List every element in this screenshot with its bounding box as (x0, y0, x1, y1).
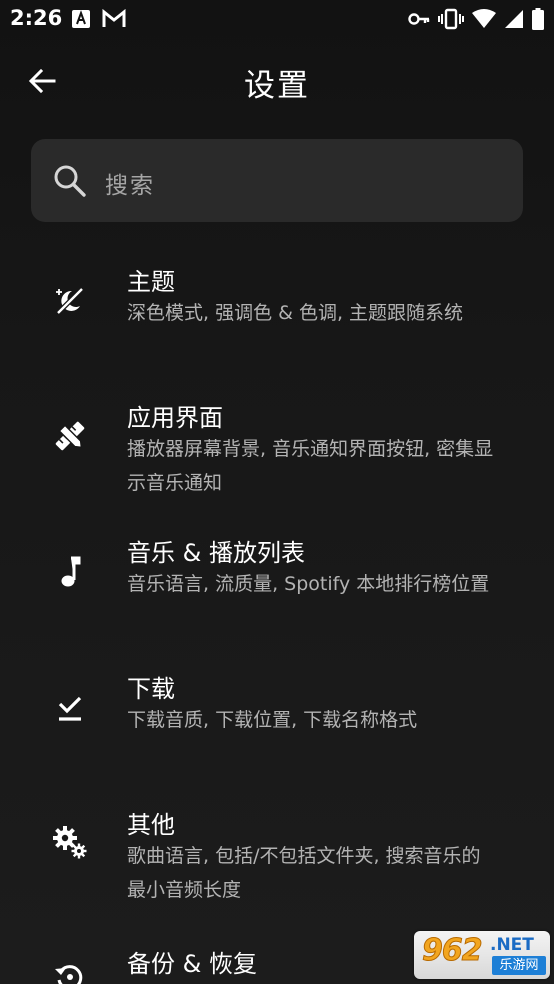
vibrate-icon (438, 8, 464, 30)
settings-item-subtitle: 歌曲语言, 包括/不包括文件夹, 搜索音乐的最小音频长度 (127, 845, 481, 901)
cell-signal-icon (505, 10, 523, 28)
search-placeholder: 搜索 (105, 173, 155, 199)
settings-item-music-playlist[interactable]: 音乐 & 播放列表 音乐语言, 流质量, Spotify 本地排行榜位置 (0, 521, 554, 641)
design-tools-icon (50, 416, 90, 456)
search-icon (54, 165, 86, 197)
watermark-number: 962 (422, 933, 484, 969)
settings-item-subtitle: 深色模式, 强调色 & 色调, 主题跟随系统 (127, 302, 464, 324)
settings-item-title: 应用界面 (127, 404, 223, 432)
status-icons (408, 7, 544, 31)
watermark-domain: .NET (490, 935, 534, 955)
wifi-icon (472, 9, 496, 28)
download-done-icon (50, 687, 90, 727)
theme-icon (50, 281, 90, 321)
search-input[interactable]: 搜索 (31, 139, 523, 222)
settings-screen: 2:26 设置 搜索 主题 深色模式, 强调色 & 色调, 主题跟随系统 应用界… (0, 0, 554, 984)
settings-item-subtitle: 音乐语言, 流质量, Spotify 本地排行榜位置 (127, 573, 490, 595)
vpn-key-icon (408, 13, 430, 25)
app-bar: 设置 (0, 44, 554, 118)
battery-icon (532, 8, 544, 30)
site-watermark: 962 .NET 乐游网 (414, 931, 550, 979)
status-bar: 2:26 (0, 0, 554, 38)
settings-item-subtitle: 播放器屏幕背景, 音乐通知界面按钮, 密集显示音乐通知 (127, 438, 494, 494)
settings-item-download[interactable]: 下载 下载音质, 下载位置, 下载名称格式 (0, 657, 554, 777)
settings-item-title: 下载 (127, 675, 175, 703)
settings-item-theme[interactable]: 主题 深色模式, 强调色 & 色调, 主题跟随系统 (0, 250, 554, 370)
restore-icon (50, 957, 90, 984)
settings-item-subtitle: 下载音质, 下载位置, 下载名称格式 (127, 709, 418, 731)
watermark-site: 乐游网 (492, 956, 546, 975)
settings-item-title: 音乐 & 播放列表 (127, 539, 305, 567)
page-title: 设置 (244, 68, 310, 104)
settings-item-title: 备份 & 恢复 (127, 950, 257, 978)
music-note-icon (50, 552, 90, 592)
settings-item-app-interface[interactable]: 应用界面 播放器屏幕背景, 音乐通知界面按钮, 密集显示音乐通知 (0, 386, 554, 506)
font-app-icon (72, 10, 90, 28)
settings-item-other[interactable]: 其他 歌曲语言, 包括/不包括文件夹, 搜索音乐的最小音频长度 (0, 793, 554, 913)
gmail-app-icon (102, 9, 126, 27)
status-time: 2:26 (10, 6, 63, 30)
settings-gears-icon (50, 822, 90, 862)
settings-item-title: 主题 (127, 268, 175, 296)
settings-item-title: 其他 (127, 811, 175, 839)
